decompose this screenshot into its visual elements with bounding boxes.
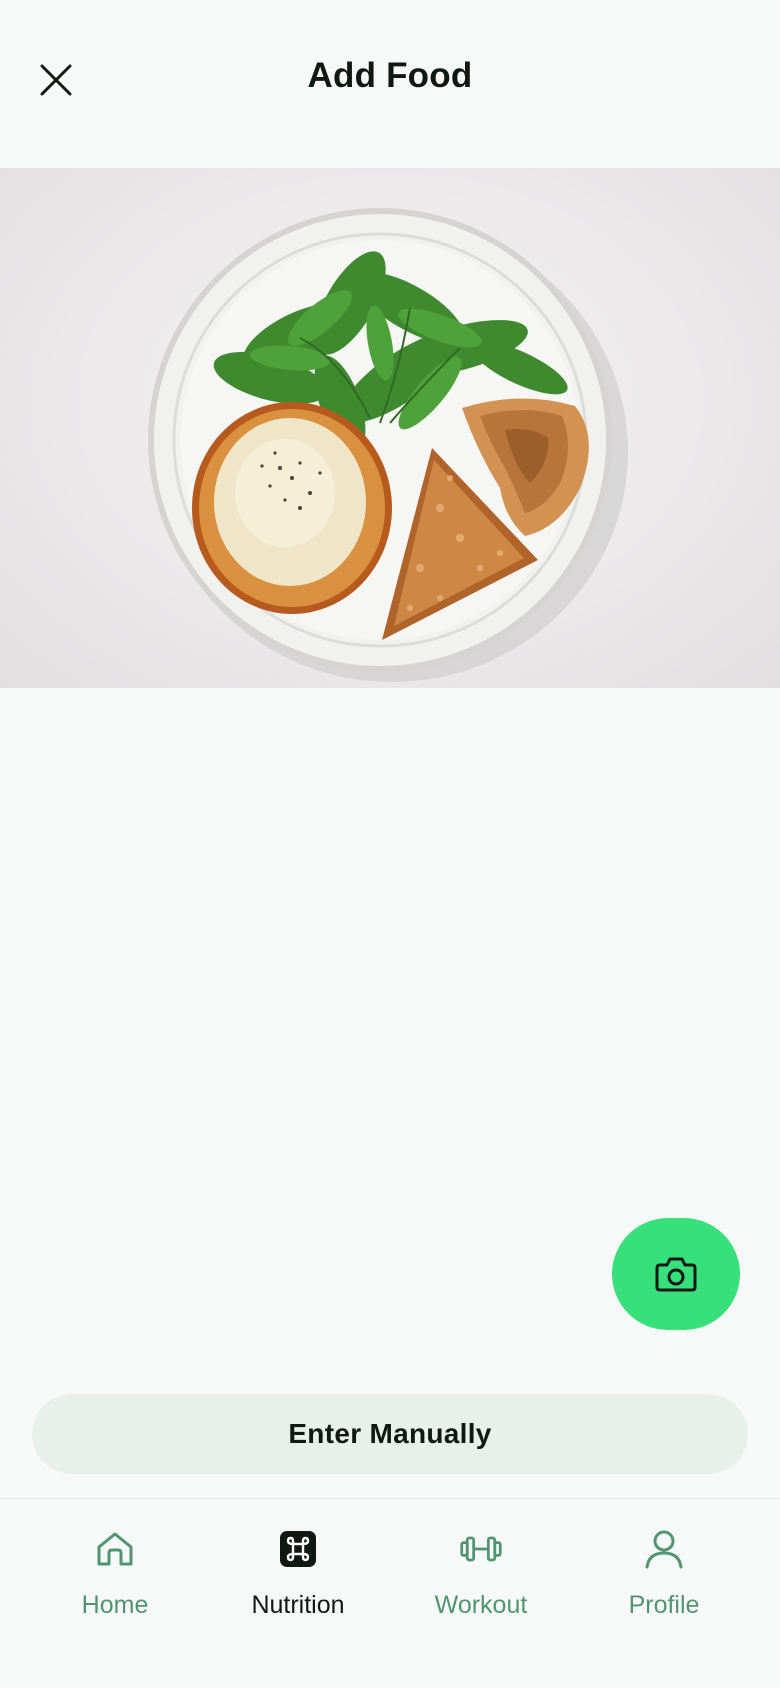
bottom-nav: Home Nutrition Workout Profile (0, 1498, 780, 1688)
home-icon (93, 1527, 137, 1571)
camera-icon (655, 1257, 697, 1292)
enter-manually-button[interactable]: Enter Manually (32, 1394, 748, 1474)
command-icon (276, 1527, 320, 1571)
nav-label-profile: Profile (628, 1591, 700, 1619)
nav-label-home: Home (81, 1591, 149, 1619)
camera-button[interactable] (612, 1218, 740, 1330)
nav-item-home[interactable]: Home (35, 1527, 195, 1637)
header: Add Food (0, 0, 780, 168)
nav-item-profile[interactable]: Profile (584, 1527, 744, 1637)
nav-label-nutrition: Nutrition (251, 1591, 345, 1619)
dumbbell-icon (459, 1527, 503, 1571)
page-title: Add Food (307, 56, 473, 95)
food-photo (0, 168, 780, 688)
nav-label-workout: Workout (434, 1591, 528, 1619)
person-icon (642, 1527, 686, 1571)
nav-item-workout[interactable]: Workout (401, 1527, 561, 1637)
nav-item-nutrition[interactable]: Nutrition (218, 1527, 378, 1637)
add-food-screen: Add Food Enter Manually Home Nutrition W… (0, 0, 780, 1688)
